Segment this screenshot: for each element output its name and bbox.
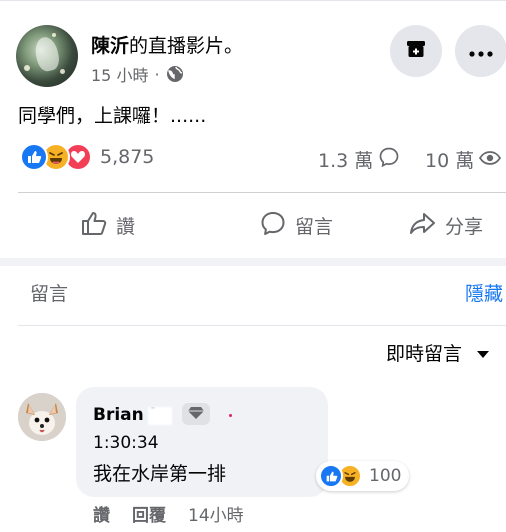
comments-header-divider: [18, 325, 506, 326]
diamond-icon: [188, 405, 204, 424]
like-label: 讚: [116, 215, 136, 238]
post-time[interactable]: 15 小時: [91, 62, 148, 86]
top-border: [0, 0, 506, 1]
avatar-highlight: [32, 35, 62, 73]
post-title: 陳沂的直播影片。: [91, 31, 243, 58]
stats-divider: [18, 192, 506, 193]
red-dot: [229, 414, 232, 417]
comment-posted-time[interactable]: 14小時: [188, 501, 244, 526]
post-text: 同學們，上課囉！......: [18, 105, 207, 127]
like-reaction-icon: [20, 143, 48, 171]
thumbs-up-icon: [80, 209, 108, 242]
comment-reaction-count: 100: [369, 466, 402, 486]
view-count-value: 10 萬: [425, 150, 475, 172]
globe-icon[interactable]: [166, 65, 184, 83]
comment-text: 我在水岸第一排: [93, 463, 227, 485]
more-icon: [469, 42, 493, 61]
share-button[interactable]: 分享: [407, 209, 483, 241]
avatar-sparkle: [52, 33, 56, 37]
comment-video-timestamp[interactable]: 1:30:34: [93, 433, 159, 453]
caret-down-icon: [476, 342, 490, 364]
meta-separator: ·: [154, 64, 160, 84]
hide-comments-link[interactable]: 隱藏: [465, 279, 503, 306]
reaction-count: 5,875: [100, 146, 155, 168]
section-separator: [0, 258, 506, 266]
commenter-avatar[interactable]: [18, 393, 66, 441]
comment-icon: [378, 146, 400, 173]
comment-actions: 讚 回覆 14小時: [93, 501, 244, 526]
comment-label: 留言: [295, 215, 334, 238]
comment-sort-dropdown[interactable]: 即時留言: [386, 339, 490, 366]
sort-label: 即時留言: [386, 343, 463, 365]
name-redaction: [148, 407, 172, 425]
reaction-summary[interactable]: 5,875: [20, 143, 154, 171]
top-fan-badge[interactable]: [182, 403, 210, 425]
comment-like-link[interactable]: 讚: [93, 501, 110, 526]
eye-icon: [479, 149, 502, 171]
comments-section-title: 留言: [30, 283, 69, 305]
avatar-sparkle: [24, 65, 30, 71]
comment-reply-link[interactable]: 回覆: [132, 501, 166, 526]
post-meta: 15 小時 ·: [91, 62, 184, 86]
more-options-button[interactable]: [455, 25, 506, 77]
comment-reaction-summary[interactable]: 100: [316, 461, 410, 491]
author-name[interactable]: 陳沂: [91, 35, 129, 57]
share-icon: [407, 209, 437, 242]
share-label: 分享: [445, 215, 484, 238]
author-avatar[interactable]: [16, 25, 78, 87]
view-count[interactable]: 10 萬: [425, 146, 502, 173]
post-action-text: 的直播影片。: [129, 35, 244, 57]
like-reaction-icon: [319, 464, 343, 488]
archive-button[interactable]: [390, 25, 442, 77]
comment-count[interactable]: 1.3 萬: [318, 146, 400, 173]
comment-button[interactable]: 留言: [259, 209, 333, 241]
comment-count-value: 1.3 萬: [318, 150, 374, 172]
avatar-sparkle: [60, 69, 65, 74]
like-button[interactable]: 讚: [80, 209, 135, 241]
comment-bubble-icon: [259, 209, 287, 242]
archive-icon: [405, 38, 427, 64]
